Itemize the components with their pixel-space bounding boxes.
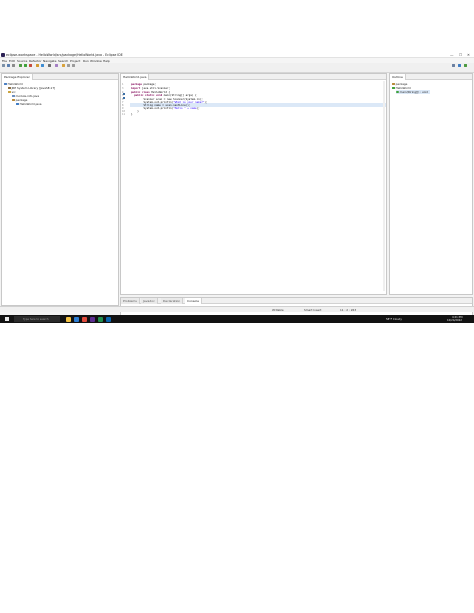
outline-header: Outline <box>390 74 472 80</box>
chrome-icon[interactable] <box>82 316 87 322</box>
status-bar: Writable Smart Insert 11 : 2 : 263 <box>0 306 474 312</box>
search-placeholder: Type here to search <box>23 317 49 321</box>
package-explorer-view: Package Explorer HelloWorld JRE System L… <box>1 73 119 306</box>
class-icon <box>392 86 395 90</box>
spotify-icon[interactable] <box>98 316 103 322</box>
code-text: } <box>131 112 133 116</box>
weather[interactable]: 58°F Cloudy <box>386 318 402 321</box>
method-icon <box>396 90 399 94</box>
print-icon[interactable] <box>12 64 15 67</box>
status-cursor-position: 11 : 2 : 263 <box>340 308 357 313</box>
java-file-icon <box>12 94 15 98</box>
package-explorer-header: Package Explorer <box>2 74 118 80</box>
code-keyword: package <box>131 83 142 86</box>
file-explorer-icon[interactable] <box>66 316 71 322</box>
open-type-icon[interactable] <box>55 64 58 67</box>
tab-console[interactable]: Console <box>185 298 202 304</box>
debug-icon[interactable] <box>19 64 22 67</box>
code-text: ); <box>196 106 200 110</box>
tab-helloworld-java[interactable]: HelloWorld.java <box>121 74 150 80</box>
code-line[interactable]: } <box>131 113 133 116</box>
folder-icon <box>8 90 11 94</box>
tab-problems[interactable]: Problems <box>121 298 140 304</box>
forward-icon[interactable] <box>72 64 75 67</box>
search-box[interactable]: Type here to search <box>14 316 60 322</box>
maximize-button[interactable]: ☐ <box>459 53 462 57</box>
eclipse-taskbar-icon[interactable] <box>90 316 95 322</box>
editor-scrollbar[interactable] <box>383 81 385 291</box>
taskbar: Type here to search 58°F Cloudy 4:21 PM … <box>0 315 474 323</box>
save-icon[interactable] <box>7 64 10 67</box>
debug-perspective-icon[interactable] <box>464 64 467 67</box>
edge-icon[interactable] <box>74 316 79 322</box>
line-number: 1 <box>122 83 124 86</box>
tab-outline[interactable]: Outline <box>390 74 406 80</box>
windows-start-icon[interactable] <box>5 317 9 321</box>
new-icon[interactable] <box>2 64 5 67</box>
java-perspective-icon[interactable] <box>458 64 461 67</box>
editor-view: HelloWorld.java 1 package package; 3 imp… <box>120 73 387 295</box>
close-button[interactable]: ✕ <box>467 53 470 57</box>
tab-javadoc[interactable]: Javadoc <box>141 298 158 304</box>
eclipse-logo-icon <box>1 53 5 57</box>
tab-declaration[interactable]: Declaration <box>161 298 184 304</box>
screen: eclipse-workspace - HelloWorld/src/packa… <box>0 52 474 323</box>
code-line[interactable]: System.out.println("Hello " + name); <box>131 106 200 110</box>
clock-date[interactable]: 10/24/2022 <box>447 319 462 322</box>
console-header: Problems Javadoc Declaration Console <box>121 298 472 304</box>
status-insert-mode: Smart Insert <box>304 308 322 313</box>
status-writable: Writable <box>272 308 284 313</box>
package-icon <box>12 98 15 102</box>
minimize-button[interactable]: — <box>450 53 454 57</box>
code-text: package; <box>141 83 156 86</box>
library-icon <box>8 86 11 90</box>
outline-item-main[interactable]: main(String[]) : void <box>396 90 430 94</box>
search-icon[interactable] <box>48 64 51 67</box>
project-icon <box>4 82 7 86</box>
tab-package-explorer[interactable]: Package Explorer <box>2 74 33 80</box>
editor-header: HelloWorld.java <box>121 74 386 80</box>
java-file-icon <box>16 102 19 106</box>
mail-icon[interactable] <box>106 316 111 322</box>
back-icon[interactable] <box>67 64 70 67</box>
new-class-icon[interactable] <box>41 64 44 67</box>
new-package-icon[interactable] <box>36 64 39 67</box>
window-title: eclipse-workspace - HelloWorld/src/packa… <box>6 53 123 57</box>
tree-item-helloworld-java[interactable]: HelloWorld.java <box>16 102 41 106</box>
coverage-icon[interactable] <box>29 64 32 67</box>
annotation-icon[interactable] <box>62 64 65 67</box>
code-line[interactable]: package package; <box>131 83 156 86</box>
outline-view: Outline package HelloWorld main(String[]… <box>389 73 473 295</box>
code-text: ); <box>204 100 208 104</box>
open-perspective-icon[interactable] <box>452 64 455 67</box>
run-icon[interactable] <box>24 64 27 67</box>
line-number: 11 <box>122 112 125 116</box>
package-icon <box>392 82 395 86</box>
code-string: "Hello " + name <box>173 106 197 110</box>
